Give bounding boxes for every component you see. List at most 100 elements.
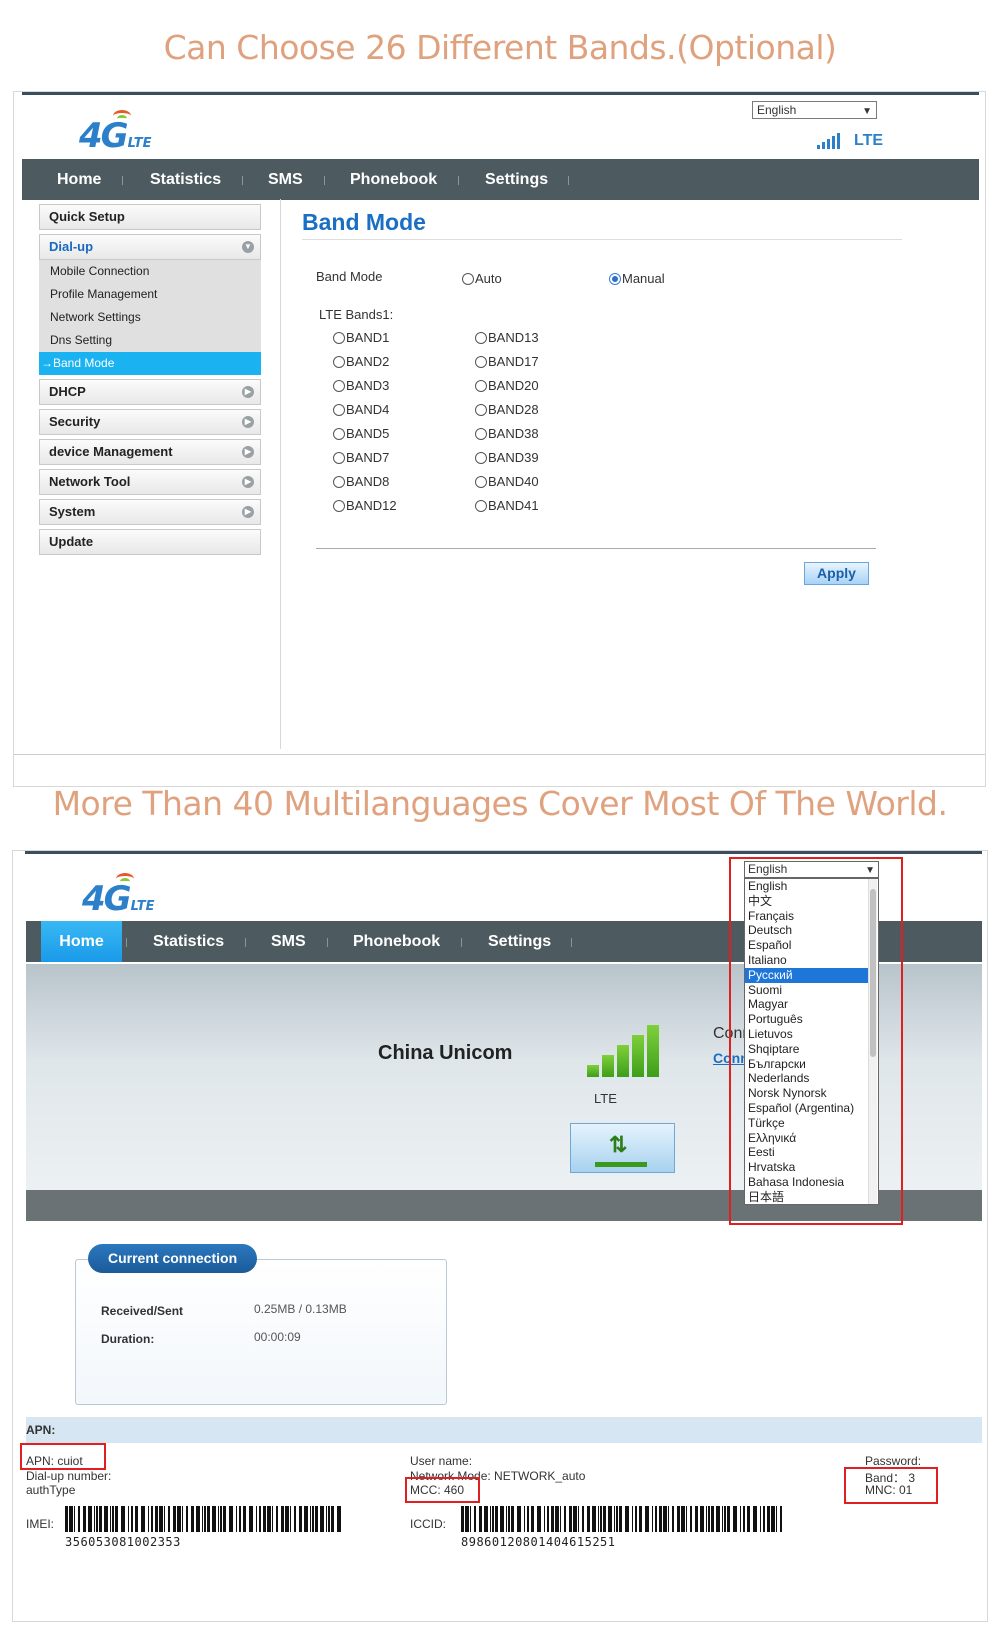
barcode-bar bbox=[722, 1506, 723, 1532]
barcode-bar bbox=[236, 1506, 237, 1532]
barcode-bar bbox=[177, 1506, 181, 1532]
nav-settings[interactable]: Settings bbox=[488, 921, 551, 962]
barcode-bar bbox=[780, 1506, 782, 1532]
sidebar-item-update[interactable]: Update bbox=[39, 529, 261, 555]
sidebar-item-quick-setup[interactable]: Quick Setup bbox=[39, 204, 261, 230]
barcode-bar bbox=[527, 1506, 529, 1532]
4g-lte-logo: 4GLTE bbox=[82, 873, 154, 919]
barcode-bar bbox=[695, 1506, 698, 1532]
barcode-bar bbox=[582, 1506, 584, 1532]
up-down-arrows-icon: ⇅ bbox=[609, 1132, 628, 1157]
barcode-bar bbox=[128, 1506, 129, 1532]
sidebar-item-device-management[interactable]: device Management ▶ bbox=[39, 439, 261, 465]
barcode-bar bbox=[614, 1506, 615, 1532]
band-label: BAND20 bbox=[488, 378, 539, 393]
sidebar-item-profile-management[interactable]: Profile Management bbox=[39, 283, 261, 306]
band-label: BAND17 bbox=[488, 354, 539, 369]
radio-band3[interactable]: BAND3 bbox=[333, 378, 389, 393]
barcode-bar bbox=[112, 1506, 114, 1532]
barcode-bar bbox=[312, 1506, 314, 1532]
barcode-bar bbox=[668, 1506, 669, 1532]
header: 4GLTE English ▼ LTE bbox=[22, 95, 979, 167]
sidebar-item-dialup[interactable]: Dial-up ▼ bbox=[39, 234, 261, 260]
radio-band28[interactable]: BAND28 bbox=[475, 402, 539, 417]
sidebar-item-dns-setting[interactable]: Dns Setting bbox=[39, 329, 261, 352]
signal-icon bbox=[817, 133, 840, 149]
sidebar-item-security[interactable]: Security ▶ bbox=[39, 409, 261, 435]
radio-auto[interactable]: Auto bbox=[462, 271, 502, 286]
radio-band12[interactable]: BAND12 bbox=[333, 498, 397, 513]
barcode-bar bbox=[564, 1506, 566, 1532]
barcode-bar bbox=[587, 1506, 590, 1532]
nav-sms[interactable]: SMS bbox=[271, 921, 306, 962]
nav-sms[interactable]: SMS bbox=[268, 159, 303, 200]
band-label: BAND1 bbox=[346, 330, 390, 345]
duration-value: 00:00:09 bbox=[254, 1330, 301, 1344]
radio-band17[interactable]: BAND17 bbox=[475, 354, 539, 369]
radio-band8[interactable]: BAND8 bbox=[333, 474, 389, 489]
nav-home[interactable]: Home bbox=[57, 159, 101, 200]
barcode-bar bbox=[743, 1506, 745, 1532]
sidebar-item-network-settings[interactable]: Network Settings bbox=[39, 306, 261, 329]
barcode-bar bbox=[517, 1506, 521, 1532]
nav-phonebook[interactable]: Phonebook bbox=[353, 921, 440, 962]
barcode-bar bbox=[711, 1506, 714, 1532]
radio-band7[interactable]: BAND7 bbox=[333, 450, 389, 465]
page-title: Band Mode bbox=[302, 209, 426, 235]
top-border bbox=[25, 851, 982, 854]
barcode-bar bbox=[96, 1506, 98, 1532]
radio-band2[interactable]: BAND2 bbox=[333, 354, 389, 369]
band-label: BAND41 bbox=[488, 498, 539, 513]
sidebar-item-system[interactable]: System ▶ bbox=[39, 499, 261, 525]
barcode-bar bbox=[655, 1506, 657, 1532]
nav-statistics[interactable]: Statistics bbox=[150, 159, 221, 200]
barcode-bar bbox=[724, 1506, 726, 1532]
radio-band20[interactable]: BAND20 bbox=[475, 378, 539, 393]
connect-toggle-button[interactable]: ⇅ bbox=[570, 1123, 675, 1173]
barcode-bar bbox=[99, 1506, 102, 1532]
language-select[interactable]: English ▼ bbox=[752, 101, 877, 119]
headline-languages: More Than 40 Multilanguages Cover Most O… bbox=[52, 784, 948, 823]
chevron-down-icon: ▼ bbox=[242, 241, 254, 253]
iccid-number: 89860120801404615251 bbox=[461, 1535, 616, 1549]
sidebar-item-band-mode[interactable]: →Band Mode bbox=[39, 352, 261, 375]
barcode-bar bbox=[740, 1506, 741, 1532]
apply-button[interactable]: Apply bbox=[804, 562, 869, 585]
radio-band41[interactable]: BAND41 bbox=[475, 498, 539, 513]
chevron-right-icon: ▶ bbox=[242, 506, 254, 518]
barcode-bar bbox=[135, 1506, 138, 1532]
radio-band5[interactable]: BAND5 bbox=[333, 426, 389, 441]
barcode-bar bbox=[220, 1506, 222, 1532]
radio-band39[interactable]: BAND39 bbox=[475, 450, 539, 465]
band-label: BAND8 bbox=[346, 474, 390, 489]
nav-statistics[interactable]: Statistics bbox=[153, 921, 224, 962]
divider bbox=[280, 199, 281, 749]
barcode-bar bbox=[186, 1506, 188, 1532]
highlight-mcc bbox=[405, 1477, 480, 1503]
barcode-bar bbox=[204, 1506, 206, 1532]
barcode-bar bbox=[243, 1506, 246, 1532]
radio-manual[interactable]: Manual bbox=[609, 271, 665, 286]
barcode-bar bbox=[328, 1506, 330, 1532]
barcode-bar bbox=[603, 1506, 606, 1532]
radio-band38[interactable]: BAND38 bbox=[475, 426, 539, 441]
radio-band13[interactable]: BAND13 bbox=[475, 330, 539, 345]
barcode-bar bbox=[495, 1506, 498, 1532]
sidebar-item-mobile-connection[interactable]: Mobile Connection bbox=[39, 260, 261, 283]
barcode-bar bbox=[259, 1506, 261, 1532]
signal-strength-icon bbox=[587, 1025, 659, 1077]
radio-band4[interactable]: BAND4 bbox=[333, 402, 389, 417]
barcode-bar bbox=[320, 1506, 324, 1532]
barcode-bar bbox=[708, 1506, 710, 1532]
nav-home[interactable]: Home bbox=[41, 921, 122, 962]
chevron-right-icon: ▶ bbox=[242, 476, 254, 488]
barcode-bar bbox=[700, 1506, 704, 1532]
barcode-bar bbox=[555, 1506, 559, 1532]
nav-phonebook[interactable]: Phonebook bbox=[350, 159, 437, 200]
barcode-bar bbox=[573, 1506, 577, 1532]
sidebar-item-dhcp[interactable]: DHCP ▶ bbox=[39, 379, 261, 405]
radio-band1[interactable]: BAND1 bbox=[333, 330, 389, 345]
radio-band40[interactable]: BAND40 bbox=[475, 474, 539, 489]
sidebar-item-network-tool[interactable]: Network Tool ▶ bbox=[39, 469, 261, 495]
nav-settings[interactable]: Settings bbox=[485, 159, 548, 200]
